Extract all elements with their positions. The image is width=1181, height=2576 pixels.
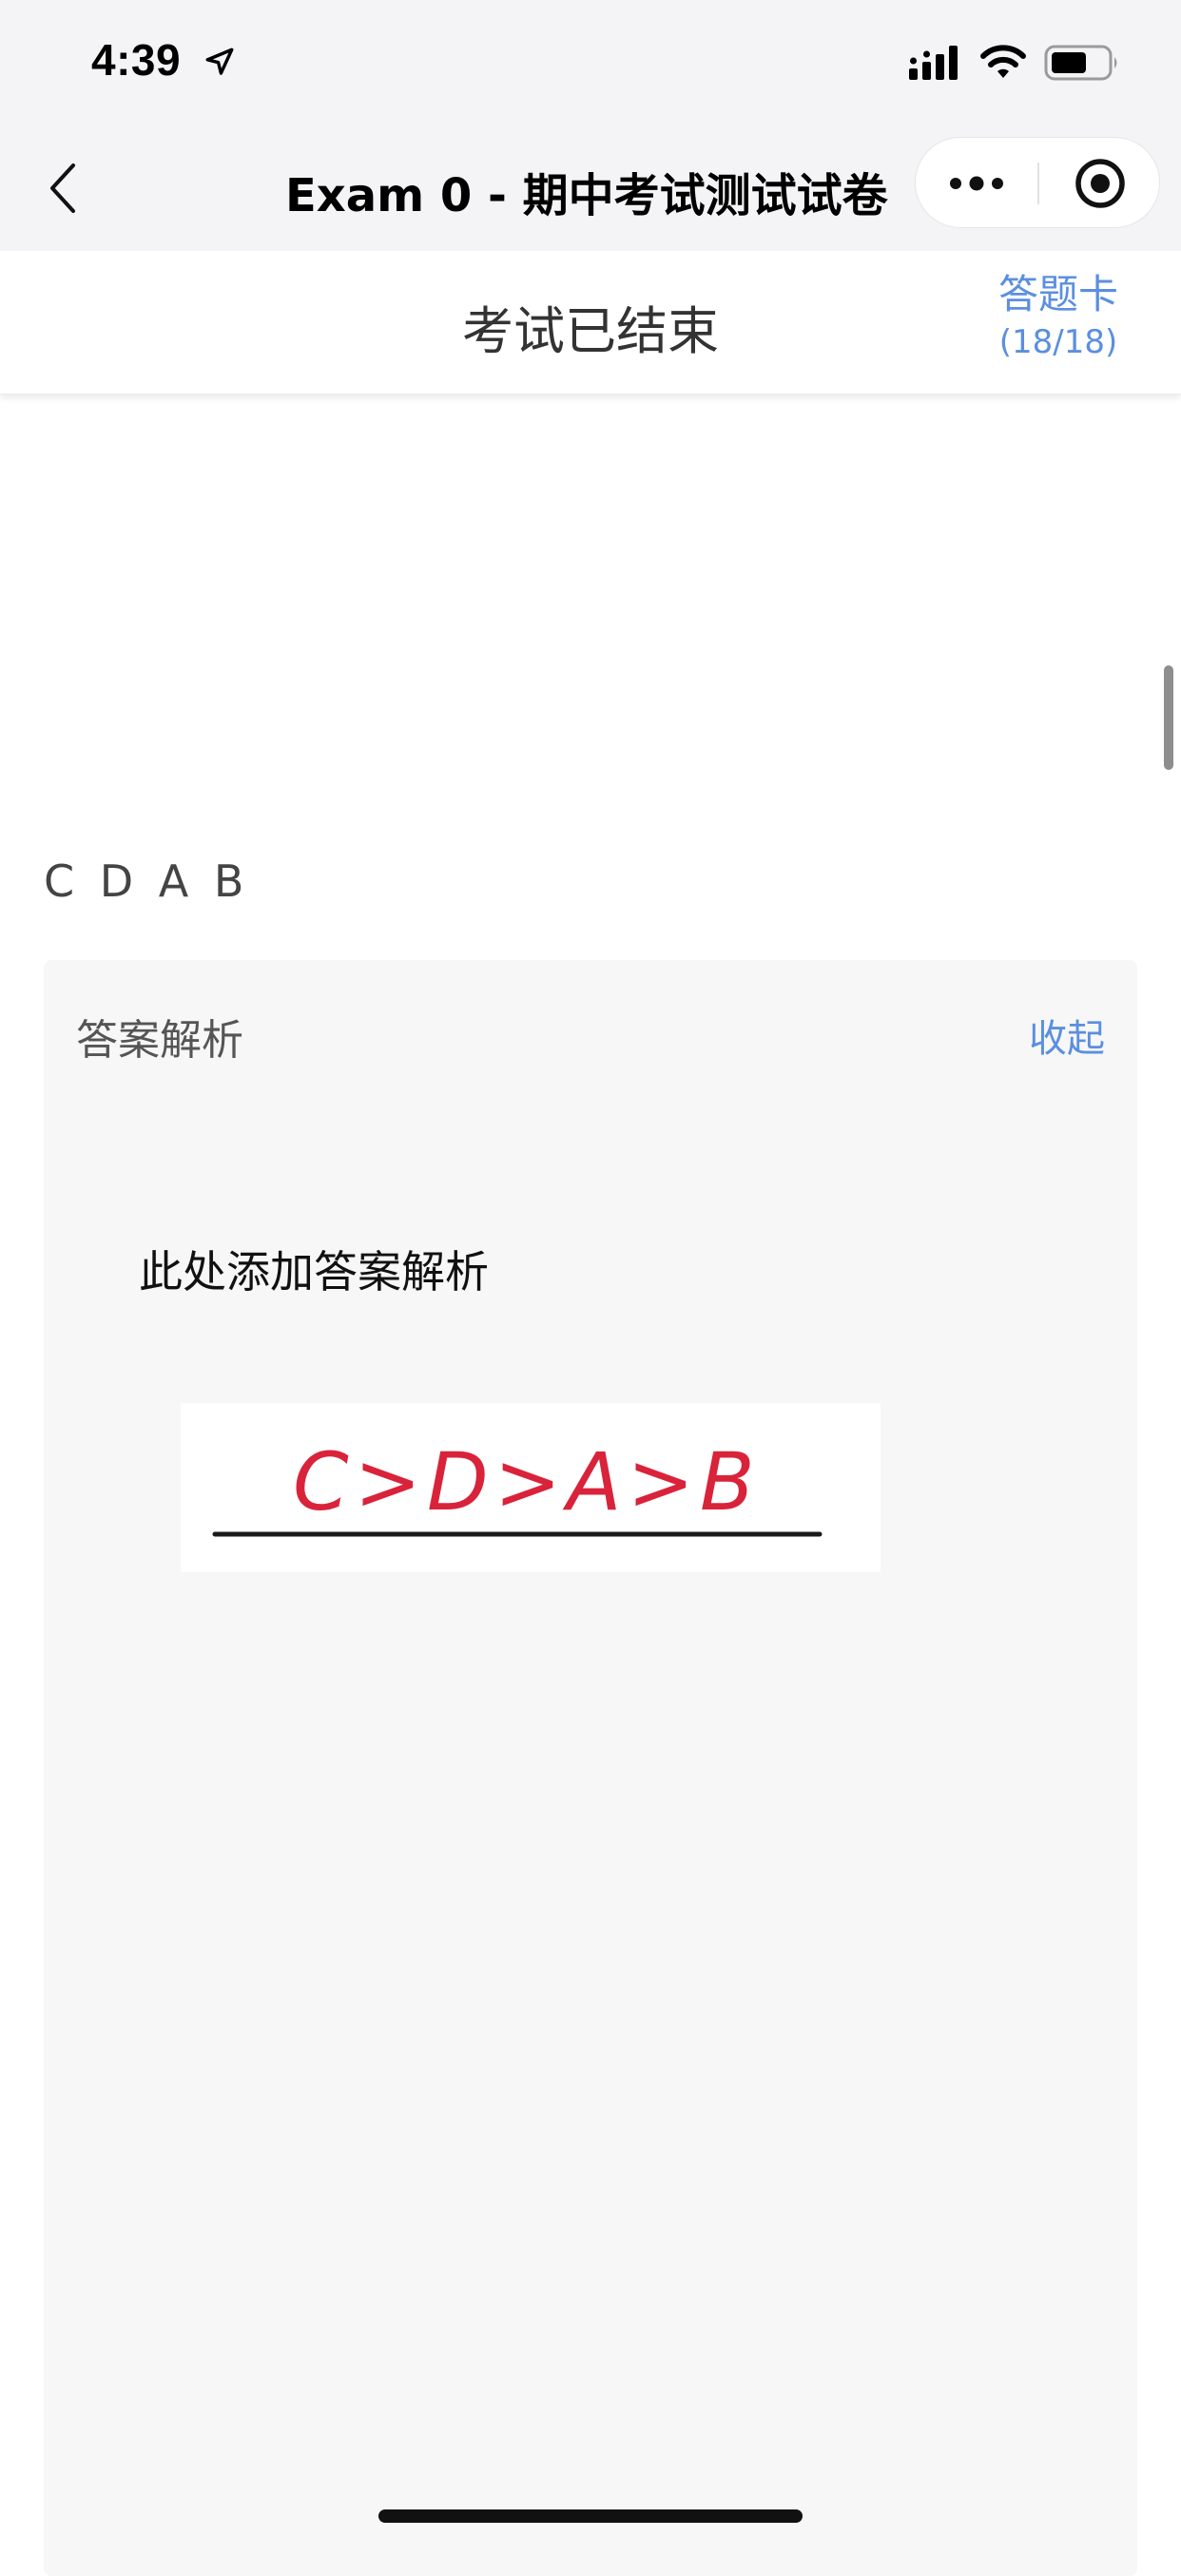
correct-answer-text: C D A B — [44, 855, 250, 907]
answer-analysis-panel: 答案解析 收起 此处添加答案解析 C>D>A>B — [44, 960, 1137, 2576]
more-dots-icon — [950, 176, 1003, 191]
navigation-bar: Exam 0 - 期中考试测试试卷 — [0, 125, 1181, 251]
miniprogram-capsule — [915, 137, 1160, 228]
status-bar: 4:39 — [0, 0, 1181, 125]
exam-status-header: 考试已结束 答题卡 (18/18) — [0, 251, 1181, 394]
chevron-left-icon — [50, 163, 75, 213]
analysis-body-text: 此处添加答案解析 — [139, 1246, 489, 1298]
more-button[interactable] — [916, 138, 1037, 229]
battery-icon — [1044, 45, 1117, 81]
status-time: 4:39 — [91, 35, 182, 85]
analysis-title: 答案解析 — [76, 1016, 243, 1065]
collapse-button[interactable]: 收起 — [1029, 1008, 1105, 1063]
location-arrow-icon — [205, 48, 234, 75]
scrollbar[interactable] — [1164, 665, 1173, 770]
close-miniprogram-button[interactable] — [1039, 138, 1161, 229]
target-circle-icon — [1075, 159, 1125, 208]
analysis-image-text: C>D>A>B — [293, 1435, 761, 1528]
page-title: Exam 0 - 期中考试测试试卷 — [285, 169, 888, 222]
analysis-image: C>D>A>B — [181, 1403, 881, 1572]
home-indicator[interactable] — [378, 2509, 803, 2523]
answer-card-count: (18/18) — [998, 323, 1118, 361]
wifi-icon — [980, 45, 1026, 78]
answer-card-label: 答题卡 — [997, 271, 1118, 317]
back-button[interactable] — [34, 148, 91, 228]
answer-card-button[interactable]: 答题卡 (18/18) — [979, 268, 1137, 363]
cellular-signal-icon — [909, 46, 958, 80]
